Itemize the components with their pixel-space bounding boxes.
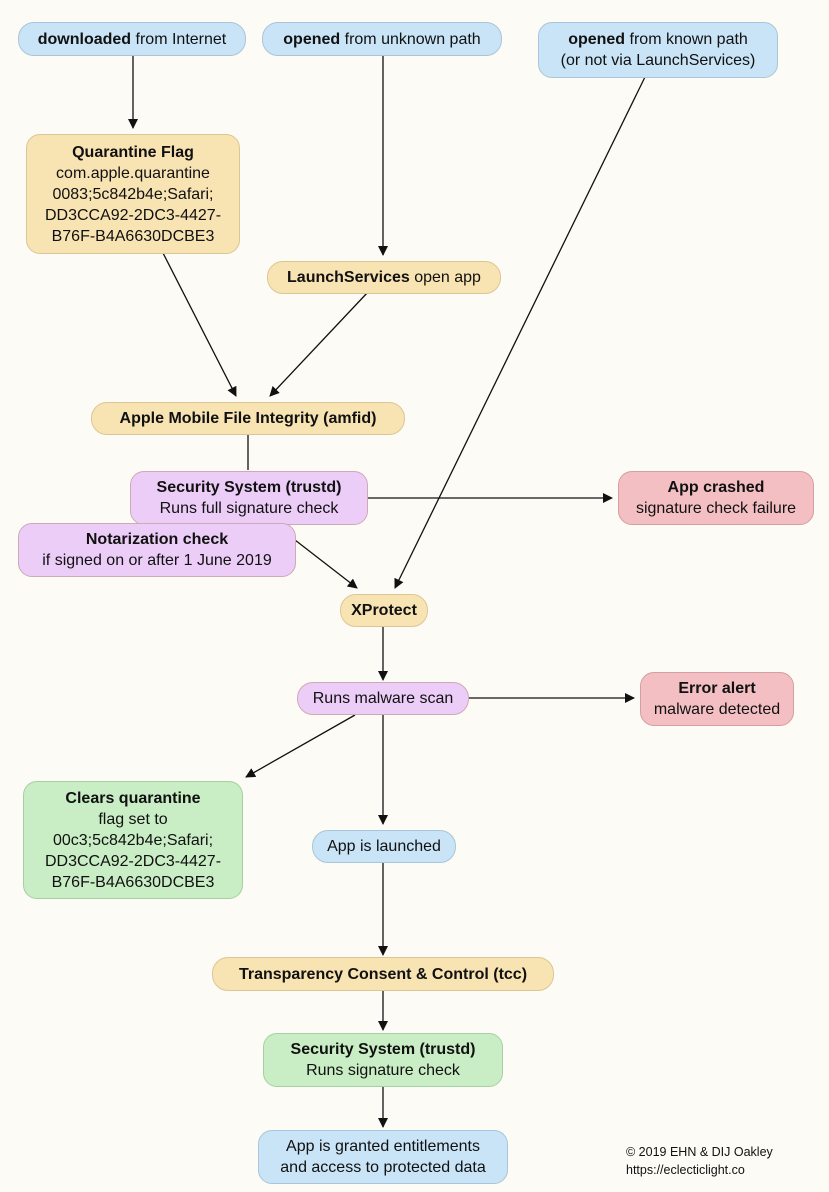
node-title: Notarization check [85,531,229,548]
node-label: downloaded from Internet [38,29,226,50]
edge-known-to-xprotect [394,76,646,589]
node-runs-malware-scan: Runs malware scan [297,682,469,715]
node-sublabel: (or not via LaunchServices) [560,52,756,69]
node-trustd-signature-check: Security System (trustd) Runs signature … [263,1033,503,1087]
node-line: 0083;5c842b4e;Safari; [52,185,214,203]
node-title: Clears quarantine [65,789,201,807]
node-opened-from-unknown-path: opened from unknown path [262,22,502,56]
node-line: B76F-B4A6630DCBE3 [51,227,215,245]
edge-notarization-to-xprotect [294,539,358,589]
node-sublabel: Runs signature check [306,1062,460,1079]
node-title: App crashed [667,479,765,496]
node-sublabel: if signed on or after 1 June 2019 [42,552,272,569]
node-label-bold: opened [568,31,626,48]
node-label: Runs malware scan [312,690,454,707]
node-line: and access to protected data [280,1159,486,1176]
node-notarization-check: Notarization check if signed on or after… [18,523,296,577]
node-label: opened from unknown path [283,29,480,50]
node-line: 00c3;5c842b4e;Safari; [52,831,214,849]
node-clears-quarantine: Clears quarantine flag set to 00c3;5c842… [23,781,243,899]
node-label-text: open app [409,269,481,286]
node-sublabel: malware detected [653,701,781,718]
node-title: Error alert [678,680,756,697]
node-title: Transparency Consent & Control (tcc) [238,965,528,983]
node-downloaded-from-internet: downloaded from Internet [18,22,246,56]
node-app-is-launched: App is launched [312,830,456,863]
edge-scan-to-clears [245,714,356,778]
node-opened-from-known-path: opened from known path (or not via Launc… [538,22,778,78]
node-label-bold: downloaded [37,30,132,48]
node-label: App is launched [327,838,441,855]
node-label: LaunchServices open app [287,267,481,288]
node-app-granted-entitlements: App is granted entitlements and access t… [258,1130,508,1184]
node-title: Quarantine Flag [72,143,194,161]
node-line: DD3CCA92-2DC3-4427- [44,852,222,870]
node-label-text: from Internet [131,30,227,48]
node-line: flag set to [98,810,168,828]
node-sublabel: signature check failure [635,500,797,517]
node-title: Security System (trustd) [290,1041,476,1058]
node-app-crashed: App crashed signature check failure [618,471,814,525]
node-sublabel: Runs full signature check [159,500,339,517]
node-amfid: Apple Mobile File Integrity (amfid) [91,402,405,435]
node-quarantine-flag: Quarantine Flag com.apple.quarantine 008… [26,134,240,254]
copyright-text: © 2019 EHN & DIJ Oakley [626,1145,773,1159]
node-label-bold: LaunchServices [287,269,410,286]
node-title: Security System (trustd) [156,479,342,496]
node-label: opened from known path [568,29,748,50]
node-line: B76F-B4A6630DCBE3 [51,873,215,891]
node-trustd-full-signature-check: Security System (trustd) Runs full signa… [130,471,368,525]
node-line: App is granted entitlements [286,1138,480,1155]
node-error-alert: Error alert malware detected [640,672,794,726]
node-launchservices: LaunchServices open app [267,261,501,294]
credit: © 2019 EHN & DIJ Oakley https://eclectic… [626,1143,773,1179]
edge-quarantine-to-amfid [162,252,237,397]
credit-url[interactable]: https://eclecticlight.co [626,1161,773,1179]
node-title: Apple Mobile File Integrity (amfid) [119,410,377,427]
node-tcc: Transparency Consent & Control (tcc) [212,957,554,991]
node-line: com.apple.quarantine [56,164,210,182]
edge-launchservices-to-amfid [269,291,369,397]
node-label-bold: opened [283,30,341,48]
node-xprotect: XProtect [340,594,428,627]
node-title: XProtect [351,602,417,619]
node-label-text: from unknown path [340,30,481,48]
node-line: DD3CCA92-2DC3-4427- [44,206,222,224]
node-label-text: from known path [625,31,748,48]
